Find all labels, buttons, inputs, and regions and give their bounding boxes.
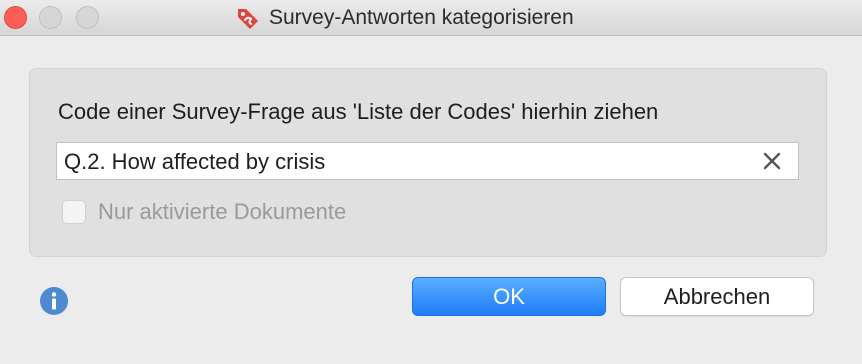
survey-question-drop-field[interactable]: Q.2. How affected by crisis	[56, 142, 799, 180]
drop-panel: Code einer Survey-Frage aus 'Liste der C…	[29, 68, 827, 257]
survey-question-value: Q.2. How affected by crisis	[64, 149, 326, 174]
zoom-window-button[interactable]	[76, 6, 99, 29]
close-icon	[763, 152, 781, 170]
info-icon-graphic	[40, 287, 68, 315]
activated-documents-option: Nur aktivierte Dokumente	[62, 199, 346, 225]
dialog-window: Survey-Antworten kategorisieren Code ein…	[0, 0, 862, 364]
cancel-button[interactable]: Abbrechen	[620, 277, 814, 316]
activated-documents-label: Nur aktivierte Dokumente	[98, 199, 347, 224]
window-title: Survey-Antworten kategorisieren	[269, 6, 574, 29]
info-icon[interactable]	[39, 286, 69, 316]
activated-documents-checkbox[interactable]	[62, 200, 86, 224]
close-window-button[interactable]	[4, 6, 27, 29]
ok-button[interactable]: OK	[412, 277, 606, 316]
title-bar[interactable]: Survey-Antworten kategorisieren	[0, 0, 862, 36]
tag-icon	[238, 9, 258, 29]
instruction-label: Code einer Survey-Frage aus 'Liste der C…	[58, 99, 659, 124]
minimize-window-button[interactable]	[39, 6, 62, 29]
window-title-group: Survey-Antworten kategorisieren	[235, 0, 574, 36]
clear-field-button[interactable]	[762, 151, 782, 171]
